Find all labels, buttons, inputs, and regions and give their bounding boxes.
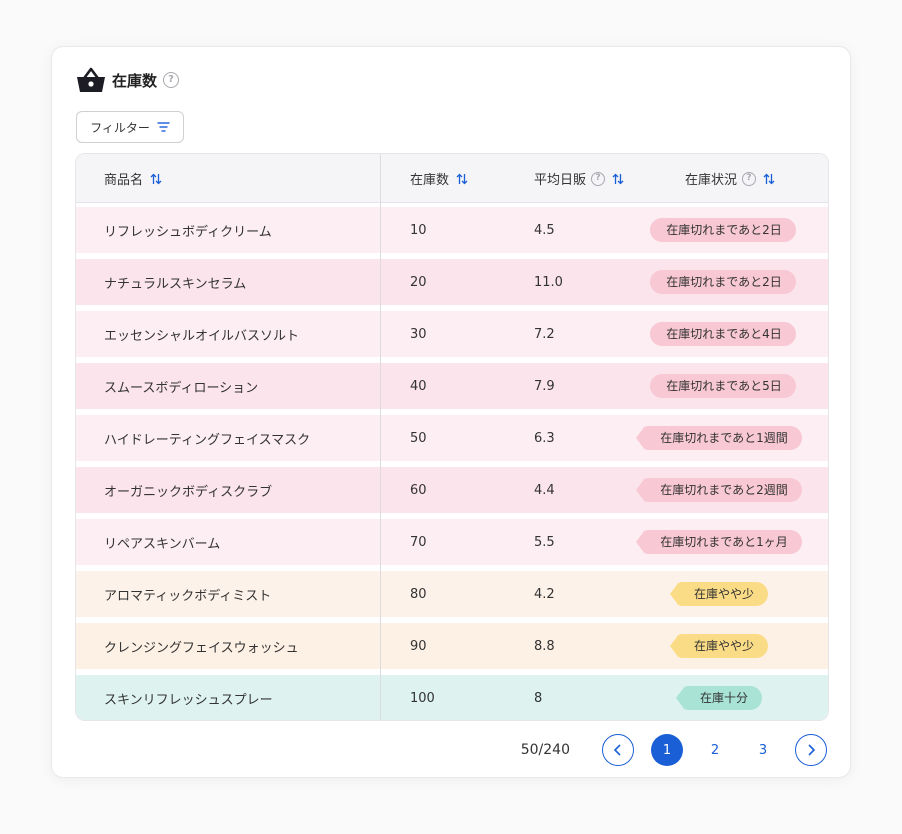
table-row[interactable]: エッセンシャルオイルバスソルト 30 7.2 在庫切れまであと4日 xyxy=(76,311,828,357)
status-cell: 在庫切れまであと4日 xyxy=(628,311,818,357)
daily-sales: 11.0 xyxy=(534,274,563,290)
table-row[interactable]: リペアスキンバーム 70 5.5 在庫切れまであと1ヶ月 xyxy=(76,519,828,565)
table-row[interactable]: ハイドレーティングフェイスマスク 50 6.3 在庫切れまであと1週間 xyxy=(76,415,828,461)
status-cell: 在庫切れまであと5日 xyxy=(628,363,818,409)
help-icon[interactable]: ? xyxy=(742,171,757,186)
daily-sales: 4.4 xyxy=(534,482,555,498)
status-badge: 在庫切れまであと4日 xyxy=(650,322,796,346)
page-2-button[interactable]: 2 xyxy=(699,734,731,766)
page-1-button[interactable]: 1 xyxy=(651,734,683,766)
status-cell: 在庫切れまであと1週間 xyxy=(628,415,818,461)
product-name: ナチュラルスキンセラム xyxy=(104,276,247,292)
column-divider xyxy=(380,154,381,720)
result-count: 50/240 xyxy=(520,742,570,758)
stock-count: 100 xyxy=(410,690,435,706)
product-name: スムースボディローション xyxy=(104,380,259,396)
status-cell: 在庫切れまであと2週間 xyxy=(628,467,818,513)
status-badge: 在庫切れまであと2週間 xyxy=(636,478,802,502)
product-name: リフレッシュボディクリーム xyxy=(104,224,272,240)
table-row[interactable]: オーガニックボディスクラブ 60 4.4 在庫切れまであと2週間 xyxy=(76,467,828,513)
help-icon[interactable]: ? xyxy=(591,171,606,186)
filter-button[interactable]: フィルター xyxy=(76,111,184,143)
column-header-stock[interactable]: 在庫数 xyxy=(410,154,468,203)
stock-count: 30 xyxy=(410,326,427,342)
product-name: クレンジングフェイスウォッシュ xyxy=(104,640,299,656)
daily-sales: 8.8 xyxy=(534,638,555,654)
daily-sales: 7.2 xyxy=(534,326,555,342)
table-row[interactable]: リフレッシュボディクリーム 10 4.5 在庫切れまであと2日 xyxy=(76,207,828,253)
product-name: エッセンシャルオイルバスソルト xyxy=(104,328,300,344)
product-name: アロマティックボディミスト xyxy=(104,588,272,604)
status-badge: 在庫やや少 xyxy=(669,582,768,606)
status-badge: 在庫切れまであと2日 xyxy=(650,218,796,242)
daily-sales: 6.3 xyxy=(534,430,555,446)
sort-arrows-icon[interactable] xyxy=(612,173,624,185)
product-name: ハイドレーティングフェイスマスク xyxy=(104,432,311,448)
sort-arrows-icon[interactable] xyxy=(150,173,162,185)
stock-count: 80 xyxy=(410,586,427,602)
pagination: 50/240 1 2 3 xyxy=(52,733,850,767)
daily-sales: 5.5 xyxy=(534,534,555,550)
page-3-button[interactable]: 3 xyxy=(747,734,779,766)
product-name: リペアスキンバーム xyxy=(104,536,221,552)
column-header-label: 平均日販 xyxy=(534,173,587,188)
chevron-right-icon xyxy=(808,744,816,756)
status-badge: 在庫やや少 xyxy=(669,634,768,658)
table-header: 商品名 在庫数 平均日販 ? 在庫状況 ? xyxy=(76,154,828,203)
help-icon[interactable]: ? xyxy=(163,72,180,88)
next-page-button[interactable] xyxy=(795,734,827,766)
inventory-table: 商品名 在庫数 平均日販 ? 在庫状況 ? リフレッシュボディクリーム 10 4… xyxy=(75,153,829,721)
product-name: オーガニックボディスクラブ xyxy=(104,484,273,500)
column-header-daily[interactable]: 平均日販 ? xyxy=(534,154,624,203)
daily-sales: 8 xyxy=(534,690,543,706)
sort-arrows-icon[interactable] xyxy=(456,173,468,185)
status-cell: 在庫十分 xyxy=(628,675,818,720)
status-cell: 在庫やや少 xyxy=(628,571,818,617)
filter-button-label: フィルター xyxy=(90,120,150,135)
product-name: スキンリフレッシュスプレー xyxy=(104,692,273,708)
status-badge: 在庫切れまであと1週間 xyxy=(636,426,802,450)
daily-sales: 4.5 xyxy=(534,222,555,238)
basket-icon xyxy=(77,67,105,92)
stock-count: 60 xyxy=(410,482,427,498)
column-header-label: 在庫状況 xyxy=(685,173,738,188)
daily-sales: 4.2 xyxy=(534,586,555,602)
column-header-status[interactable]: 在庫状況 ? xyxy=(685,154,775,203)
stock-count: 40 xyxy=(410,378,427,394)
status-badge: 在庫切れまであと1ヶ月 xyxy=(636,530,802,554)
sort-arrows-icon[interactable] xyxy=(763,173,775,185)
prev-page-button[interactable] xyxy=(602,734,634,766)
page-title: 在庫数 xyxy=(112,71,158,90)
daily-sales: 7.9 xyxy=(534,378,555,394)
status-cell: 在庫切れまであと2日 xyxy=(628,207,818,253)
column-header-name[interactable]: 商品名 xyxy=(104,154,162,203)
status-badge: 在庫切れまであと2日 xyxy=(650,270,796,294)
table-row[interactable]: アロマティックボディミスト 80 4.2 在庫やや少 xyxy=(76,571,828,617)
status-cell: 在庫切れまであと2日 xyxy=(628,259,818,305)
stock-count: 10 xyxy=(410,222,427,238)
column-header-label: 商品名 xyxy=(104,173,144,188)
table-row[interactable]: ナチュラルスキンセラム 20 11.0 在庫切れまであと2日 xyxy=(76,259,828,305)
stock-count: 90 xyxy=(410,638,427,654)
card-header: 在庫数 ? xyxy=(76,65,180,95)
status-cell: 在庫切れまであと1ヶ月 xyxy=(628,519,818,565)
table-row[interactable]: クレンジングフェイスウォッシュ 90 8.8 在庫やや少 xyxy=(76,623,828,669)
stock-count: 70 xyxy=(410,534,427,550)
inventory-card: 在庫数 ? フィルター 商品名 在庫数 平均日販 ? 在庫状況 ? リフレッシュ… xyxy=(51,46,851,778)
status-badge: 在庫切れまであと5日 xyxy=(650,374,796,398)
status-badge: 在庫十分 xyxy=(675,686,762,710)
status-cell: 在庫やや少 xyxy=(628,623,818,669)
chevron-left-icon xyxy=(613,744,621,756)
column-header-label: 在庫数 xyxy=(410,173,450,188)
filter-lines-icon xyxy=(157,122,170,132)
table-row[interactable]: スムースボディローション 40 7.9 在庫切れまであと5日 xyxy=(76,363,828,409)
table-row[interactable]: スキンリフレッシュスプレー 100 8 在庫十分 xyxy=(76,675,828,720)
stock-count: 50 xyxy=(410,430,427,446)
stock-count: 20 xyxy=(410,274,427,290)
